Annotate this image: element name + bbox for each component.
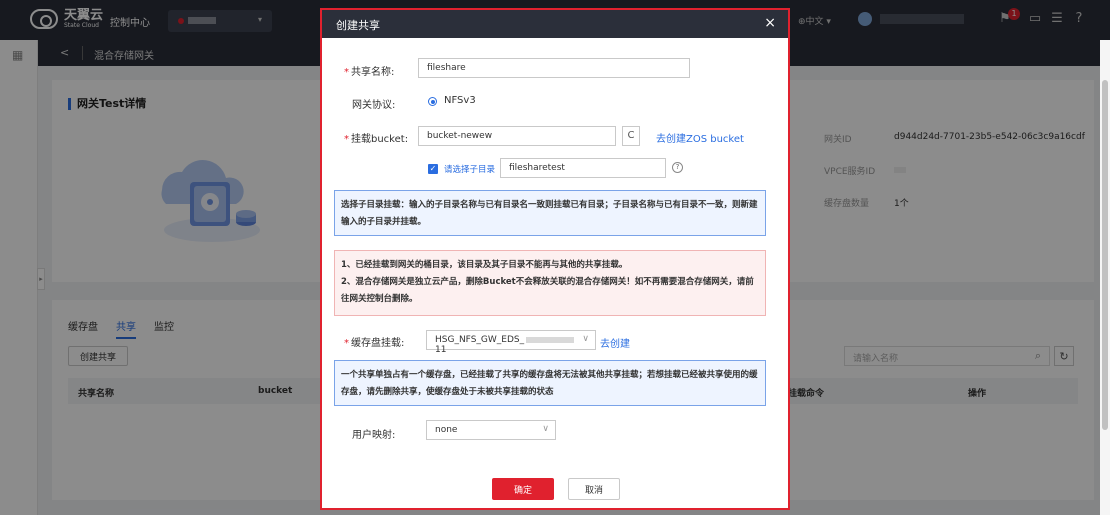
warning-line: 2、混合存储网关是独立云产品，删除Bucket不会释放关联的混合存储网关！如不再… — [341, 277, 754, 304]
select-subdir-label: 请选择子目录 — [444, 165, 496, 175]
bucket-input[interactable] — [418, 126, 616, 146]
chevron-down-icon: ∨ — [582, 334, 589, 344]
refresh-bucket-button[interactable]: C — [622, 126, 640, 146]
cache-disk-label: * 缓存盘挂载: — [344, 338, 405, 349]
share-name-input[interactable] — [418, 58, 690, 78]
chevron-down-icon: ∨ — [542, 424, 549, 434]
cancel-button[interactable]: 取消 — [568, 478, 620, 500]
subdir-input[interactable] — [500, 158, 666, 178]
user-mapping-value: none — [435, 425, 458, 435]
redacted-text — [526, 336, 575, 343]
cache-disk-select[interactable]: HSG_NFS_GW_EDS_11 ∨ — [426, 330, 596, 355]
user-mapping-label: 用户映射: — [352, 430, 396, 441]
warning-line: 1、已经挂载到网关的桶目录，该目录及其子目录不能再与其他的共享挂载。 — [341, 260, 628, 270]
share-name-label: * 共享名称: — [344, 67, 395, 78]
nfsv3-radio[interactable] — [428, 97, 437, 106]
cache-disk-value: HSG_NFS_GW_EDS_ — [435, 335, 525, 345]
scrollbar[interactable] — [1100, 40, 1110, 515]
bucket-label: * 挂载bucket: — [344, 134, 409, 145]
protocol-label: 网关协议: — [352, 100, 396, 111]
scrollbar-thumb[interactable] — [1102, 80, 1108, 430]
dialog-header: 创建共享 × — [322, 10, 788, 38]
dialog-title: 创建共享 — [336, 19, 380, 32]
user-mapping-select[interactable]: none ∨ — [426, 420, 556, 440]
confirm-button[interactable]: 确定 — [492, 478, 554, 500]
select-subdir-checkbox[interactable]: ✓ — [428, 164, 438, 174]
close-icon[interactable]: × — [764, 15, 776, 31]
warning-note: 1、已经挂载到网关的桶目录，该目录及其子目录不能再与其他的共享挂载。 2、混合存… — [334, 250, 766, 316]
create-zos-bucket-link[interactable]: 去创建ZOS bucket — [656, 130, 744, 145]
help-icon[interactable]: ? — [672, 162, 683, 173]
create-cache-disk-link[interactable]: 去创建 — [600, 335, 630, 350]
create-share-dialog: 创建共享 × *共享名称: 网关协议: NFSv3 *挂载bucket: C 去… — [320, 8, 790, 510]
protocol-value: NFSv3 — [444, 95, 476, 106]
cache-disk-note: 一个共享单独占有一个缓存盘，已经挂载了共享的缓存盘将无法被其他共享挂载；若想挂载… — [334, 360, 766, 406]
cache-disk-suffix: 11 — [435, 345, 447, 355]
subdir-note: 选择子目录挂载：输入的子目录名称与已有目录名一致则挂载已有目录；子目录名称与已有… — [334, 190, 766, 236]
